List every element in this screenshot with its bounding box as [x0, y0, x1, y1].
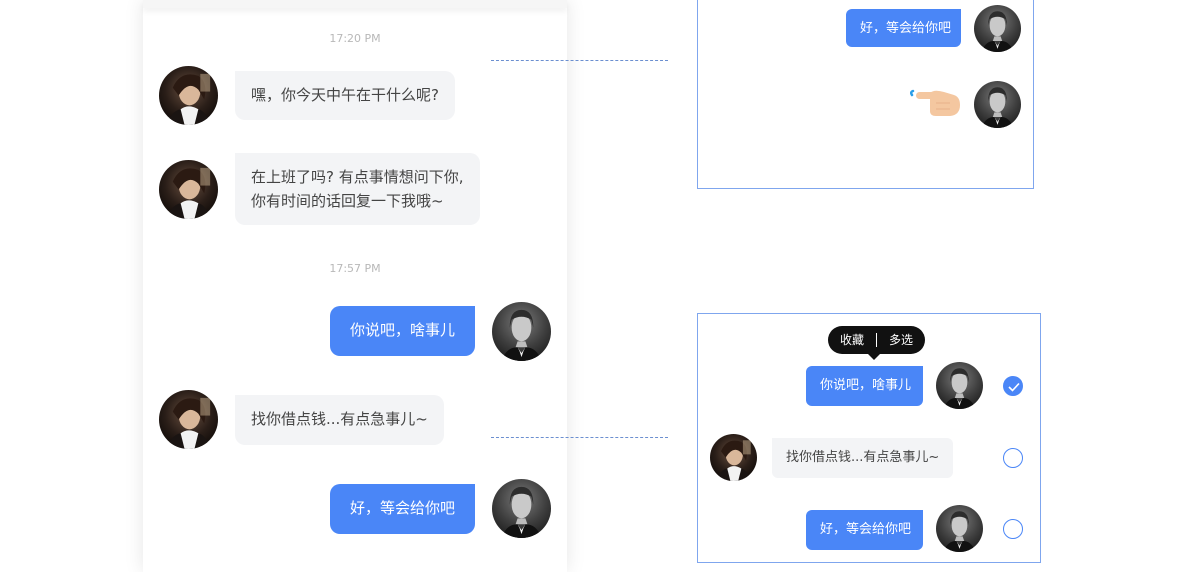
long-press-detail-frame: 好，等会给你吧 — [697, 0, 1034, 189]
multi-select-detail-frame: 收藏 多选 你说吧，啥事儿 找你借点钱...有点急事儿~ 好，等会给你吧 — [697, 313, 1041, 563]
select-checkbox[interactable] — [1003, 519, 1023, 539]
message-bubble-outgoing[interactable]: 你说吧，啥事儿 — [330, 306, 475, 356]
chat-panel: 17:20 PM 嘿，你今天中午在干什么呢? 在上班了吗? 有点事情想问下你, … — [143, 0, 567, 572]
message-bubble-outgoing[interactable]: 好，等会给你吧 — [330, 484, 475, 534]
select-checkbox-checked[interactable] — [1003, 376, 1023, 396]
message-text: 你说吧，啥事儿 — [349, 321, 455, 339]
message-text: 嘿，你今天中午在干什么呢? — [251, 86, 439, 104]
hand-pointer-press-icon — [909, 89, 962, 125]
message-text: 找你借点钱...有点急事儿~ — [251, 410, 428, 428]
timestamp: 17:20 PM — [329, 32, 381, 45]
connector-line — [491, 60, 668, 61]
message-text: 在上班了吗? 有点事情想问下你, — [251, 168, 464, 186]
chat-header-bar — [143, 0, 567, 8]
user-avatar[interactable] — [492, 302, 551, 361]
message-bubble-incoming[interactable]: 在上班了吗? 有点事情想问下你, 你有时间的话回复一下我哦~ — [235, 153, 480, 225]
contact-avatar[interactable] — [159, 160, 218, 219]
user-avatar[interactable] — [974, 81, 1021, 128]
message-bubble-outgoing[interactable]: 好，等会给你吧 — [806, 510, 923, 550]
message-text: 好，等会给你吧 — [820, 522, 912, 537]
message-text: 找你借点钱...有点急事儿~ — [786, 450, 940, 465]
user-avatar[interactable] — [492, 479, 551, 538]
contact-avatar[interactable] — [710, 434, 757, 481]
message-bubble-incoming[interactable]: 找你借点钱...有点急事儿~ — [772, 438, 954, 478]
context-menu: 收藏 多选 — [828, 326, 926, 354]
menu-item-favorite[interactable]: 收藏 — [828, 326, 876, 354]
message-text: 好，等会给你吧 — [349, 499, 455, 517]
message-text: 你有时间的话回复一下我哦~ — [251, 192, 444, 210]
message-bubble-incoming[interactable]: 嘿，你今天中午在干什么呢? — [235, 71, 455, 120]
message-bubble-outgoing[interactable]: 你说吧，啥事儿 — [806, 366, 923, 406]
user-avatar[interactable] — [936, 362, 983, 409]
contact-avatar[interactable] — [159, 390, 218, 449]
context-menu-arrow — [868, 354, 880, 360]
timestamp: 17:57 PM — [329, 262, 381, 275]
user-avatar[interactable] — [936, 505, 983, 552]
message-bubble-outgoing[interactable]: 好，等会给你吧 — [846, 9, 961, 47]
message-text: 你说吧，啥事儿 — [820, 378, 912, 393]
select-checkbox[interactable] — [1003, 448, 1023, 468]
user-avatar[interactable] — [974, 5, 1021, 52]
message-text: 好，等会给你吧 — [860, 21, 952, 36]
menu-item-multi-select[interactable]: 多选 — [877, 326, 925, 354]
checkmark-icon — [1008, 382, 1020, 392]
contact-avatar[interactable] — [159, 66, 218, 125]
message-bubble-incoming[interactable]: 找你借点钱...有点急事儿~ — [235, 395, 444, 445]
connector-line — [491, 437, 668, 438]
